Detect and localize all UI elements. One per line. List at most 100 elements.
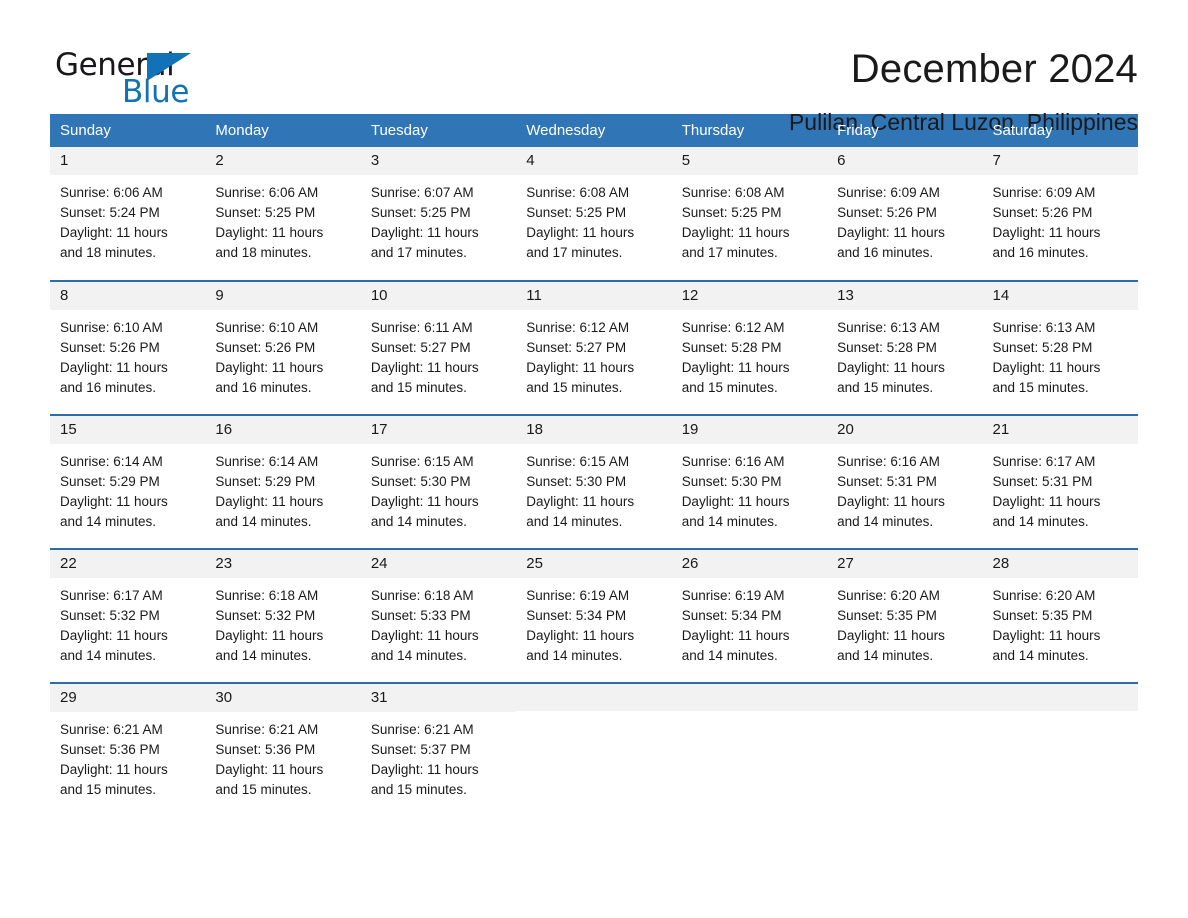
calendar-day-cell[interactable] <box>516 682 672 817</box>
calendar-body: 1 Sunrise: 6:06 AM Sunset: 5:24 PM Daylight… <box>50 147 1138 817</box>
day-cell-inner: 2 Sunrise: 6:06 AM Sunset: 5:25 PM Daylight… <box>205 147 361 280</box>
calendar-day-cell[interactable]: 20 Sunrise: 6:16 AM Sunset: 5:31 PM Dayligh… <box>827 414 983 549</box>
daylight-text-line2: and 14 minutes. <box>526 514 623 530</box>
day-cell-inner <box>516 684 672 817</box>
sunrise-text: Sunrise: 6:19 AM <box>681 588 785 604</box>
calendar-day-cell[interactable]: 13 Sunrise: 6:13 AM Sunset: 5:28 PM Dayligh… <box>827 280 983 415</box>
sunrise-text: Sunrise: 6:21 AM <box>370 722 474 738</box>
day-sun-info: Sunrise: 6:08 AM Sunset: 5:25 PM Daylight:… <box>672 175 827 263</box>
daylight-text-line2: and 17 minutes. <box>681 245 778 261</box>
calendar-day-cell[interactable]: 10 Sunrise: 6:11 AM Sunset: 5:27 PM Dayligh… <box>360 280 517 415</box>
sunset-text: Sunset: 5:27 PM <box>526 340 627 356</box>
calendar-day-cell[interactable]: 5 Sunrise: 6:08 AM Sunset: 5:25 PM Daylight… <box>671 147 828 281</box>
weekday-header-sunday: Sunday <box>50 114 206 147</box>
day-cell-inner: 9 Sunrise: 6:10 AM Sunset: 5:26 PM Daylight… <box>205 282 361 414</box>
day-sun-info: Sunrise: 6:18 AM Sunset: 5:32 PM Daylight:… <box>205 578 360 666</box>
daylight-text-line1: Daylight: 11 hours <box>837 628 945 644</box>
calendar-day-cell[interactable]: 31 Sunrise: 6:21 AM Sunset: 5:37 PM Dayligh… <box>360 682 517 817</box>
calendar-day-cell[interactable]: 30 Sunrise: 6:21 AM Sunset: 5:36 PM Dayligh… <box>205 682 361 817</box>
day-number: 26 <box>671 550 828 579</box>
day-sun-info: Sunrise: 6:09 AM Sunset: 5:26 PM Daylight:… <box>827 175 982 263</box>
day-number: 22 <box>50 550 206 579</box>
calendar-day-cell[interactable]: 26 Sunrise: 6:19 AM Sunset: 5:34 PM Dayligh… <box>671 548 828 683</box>
calendar-day-cell[interactable]: 15 Sunrise: 6:14 AM Sunset: 5:29 PM Dayligh… <box>50 414 206 549</box>
daylight-text-line1: Daylight: 11 hours <box>60 628 168 644</box>
daylight-text-line1: Daylight: 11 hours <box>681 360 790 376</box>
sunrise-text: Sunrise: 6:18 AM <box>215 588 319 604</box>
calendar-day-cell[interactable]: 28 Sunrise: 6:20 AM Sunset: 5:35 PM Dayligh… <box>982 548 1138 683</box>
calendar-day-cell[interactable]: 8 Sunrise: 6:10 AM Sunset: 5:26 PM Daylight… <box>50 280 206 415</box>
sunrise-text: Sunrise: 6:21 AM <box>215 722 319 738</box>
calendar-day-cell[interactable]: 22 Sunrise: 6:17 AM Sunset: 5:32 PM Dayligh… <box>50 548 206 683</box>
calendar-day-cell[interactable]: 11 Sunrise: 6:12 AM Sunset: 5:27 PM Dayligh… <box>516 280 672 415</box>
daylight-text-line1: Daylight: 11 hours <box>370 628 479 644</box>
day-cell-inner: 19 Sunrise: 6:16 AM Sunset: 5:30 PM Dayligh… <box>671 416 828 548</box>
calendar-day-cell[interactable]: 9 Sunrise: 6:10 AM Sunset: 5:26 PM Daylight… <box>205 280 361 415</box>
logo-text-blue: Blue <box>122 74 189 110</box>
calendar-day-cell[interactable]: 18 Sunrise: 6:15 AM Sunset: 5:30 PM Dayligh… <box>516 414 672 549</box>
calendar-day-cell[interactable]: 21 Sunrise: 6:17 AM Sunset: 5:31 PM Dayligh… <box>982 414 1138 549</box>
day-sun-info: Sunrise: 6:14 AM Sunset: 5:29 PM Daylight:… <box>205 444 360 532</box>
day-number: 13 <box>827 282 983 311</box>
weekday-header-wednesday: Wednesday <box>516 114 672 147</box>
calendar-day-cell[interactable]: 23 Sunrise: 6:18 AM Sunset: 5:32 PM Dayligh… <box>205 548 361 683</box>
page-masthead: General Blue December 2024 Pulilan, Cent… <box>50 0 1138 135</box>
calendar-day-cell[interactable]: 14 Sunrise: 6:13 AM Sunset: 5:28 PM Dayligh… <box>982 280 1138 415</box>
sunset-text: Sunset: 5:26 PM <box>215 340 316 356</box>
day-cell-inner: 16 Sunrise: 6:14 AM Sunset: 5:29 PM Dayligh… <box>205 416 361 548</box>
day-number <box>982 684 1138 711</box>
day-number: 7 <box>982 147 1138 176</box>
day-cell-inner: 3 Sunrise: 6:07 AM Sunset: 5:25 PM Daylight… <box>360 147 517 280</box>
calendar-day-cell[interactable]: 6 Sunrise: 6:09 AM Sunset: 5:26 PM Daylight… <box>827 147 983 281</box>
day-cell-inner: 26 Sunrise: 6:19 AM Sunset: 5:34 PM Dayligh… <box>671 550 828 682</box>
day-cell-inner: 22 Sunrise: 6:17 AM Sunset: 5:32 PM Dayligh… <box>50 550 206 682</box>
calendar-day-cell[interactable]: 17 Sunrise: 6:15 AM Sunset: 5:30 PM Dayligh… <box>360 414 517 549</box>
calendar-day-cell[interactable]: 19 Sunrise: 6:16 AM Sunset: 5:30 PM Dayligh… <box>671 414 828 549</box>
calendar-day-cell[interactable]: 29 Sunrise: 6:21 AM Sunset: 5:36 PM Dayligh… <box>50 682 206 817</box>
day-sun-info: Sunrise: 6:20 AM Sunset: 5:35 PM Daylight:… <box>827 578 982 666</box>
sunrise-text: Sunrise: 6:14 AM <box>60 454 163 470</box>
calendar-week-row: 22 Sunrise: 6:17 AM Sunset: 5:32 PM Dayligh… <box>50 548 1138 683</box>
daylight-text-line2: and 15 minutes. <box>837 380 934 396</box>
sunrise-text: Sunrise: 6:19 AM <box>526 588 630 604</box>
sunset-text: Sunset: 5:30 PM <box>526 474 627 490</box>
day-cell-inner: 17 Sunrise: 6:15 AM Sunset: 5:30 PM Dayligh… <box>360 416 517 548</box>
weekday-header-tuesday: Tuesday <box>360 114 517 147</box>
daylight-text-line1: Daylight: 11 hours <box>215 628 324 644</box>
daylight-text-line1: Daylight: 11 hours <box>837 360 945 376</box>
day-cell-inner: 30 Sunrise: 6:21 AM Sunset: 5:36 PM Dayligh… <box>205 684 361 817</box>
day-number: 29 <box>50 684 206 713</box>
calendar-day-cell[interactable]: 3 Sunrise: 6:07 AM Sunset: 5:25 PM Daylight… <box>360 147 517 281</box>
calendar-day-cell[interactable]: 4 Sunrise: 6:08 AM Sunset: 5:25 PM Daylight… <box>516 147 672 281</box>
sunset-text: Sunset: 5:32 PM <box>60 608 160 624</box>
sunset-text: Sunset: 5:25 PM <box>681 205 782 221</box>
calendar-day-cell[interactable]: 16 Sunrise: 6:14 AM Sunset: 5:29 PM Dayligh… <box>205 414 361 549</box>
day-sun-info: Sunrise: 6:06 AM Sunset: 5:24 PM Daylight:… <box>50 175 205 263</box>
calendar-day-cell[interactable]: 25 Sunrise: 6:19 AM Sunset: 5:34 PM Dayligh… <box>516 548 672 683</box>
day-sun-info: Sunrise: 6:20 AM Sunset: 5:35 PM Daylight:… <box>983 578 1138 666</box>
calendar-day-cell[interactable] <box>827 682 983 817</box>
calendar-day-cell[interactable] <box>982 682 1138 817</box>
day-number: 4 <box>516 147 672 176</box>
calendar-day-cell[interactable]: 7 Sunrise: 6:09 AM Sunset: 5:26 PM Daylight… <box>982 147 1138 281</box>
day-sun-info: Sunrise: 6:21 AM Sunset: 5:36 PM Daylight:… <box>50 712 205 800</box>
daylight-text-line2: and 18 minutes. <box>60 245 157 261</box>
sunset-text: Sunset: 5:28 PM <box>992 340 1093 356</box>
daylight-text-line1: Daylight: 11 hours <box>681 494 790 510</box>
sunrise-text: Sunrise: 6:17 AM <box>60 588 163 604</box>
sunset-text: Sunset: 5:29 PM <box>60 474 160 490</box>
day-sun-info: Sunrise: 6:10 AM Sunset: 5:26 PM Daylight:… <box>50 310 205 398</box>
day-number: 3 <box>360 147 517 176</box>
day-sun-info: Sunrise: 6:16 AM Sunset: 5:31 PM Daylight:… <box>827 444 982 532</box>
calendar-day-cell[interactable]: 24 Sunrise: 6:18 AM Sunset: 5:33 PM Dayligh… <box>360 548 517 683</box>
sunrise-text: Sunrise: 6:12 AM <box>681 320 785 336</box>
calendar-day-cell[interactable] <box>671 682 828 817</box>
calendar-day-cell[interactable]: 12 Sunrise: 6:12 AM Sunset: 5:28 PM Dayligh… <box>671 280 828 415</box>
calendar-day-cell[interactable]: 27 Sunrise: 6:20 AM Sunset: 5:35 PM Dayligh… <box>827 548 983 683</box>
daylight-text-line2: and 15 minutes. <box>60 782 157 798</box>
daylight-text-line2: and 14 minutes. <box>215 514 312 530</box>
sunset-text: Sunset: 5:35 PM <box>837 608 937 624</box>
day-number: 24 <box>360 550 517 579</box>
calendar-day-cell[interactable]: 1 Sunrise: 6:06 AM Sunset: 5:24 PM Daylight… <box>50 147 206 281</box>
calendar-day-cell[interactable]: 2 Sunrise: 6:06 AM Sunset: 5:25 PM Daylight… <box>205 147 361 281</box>
